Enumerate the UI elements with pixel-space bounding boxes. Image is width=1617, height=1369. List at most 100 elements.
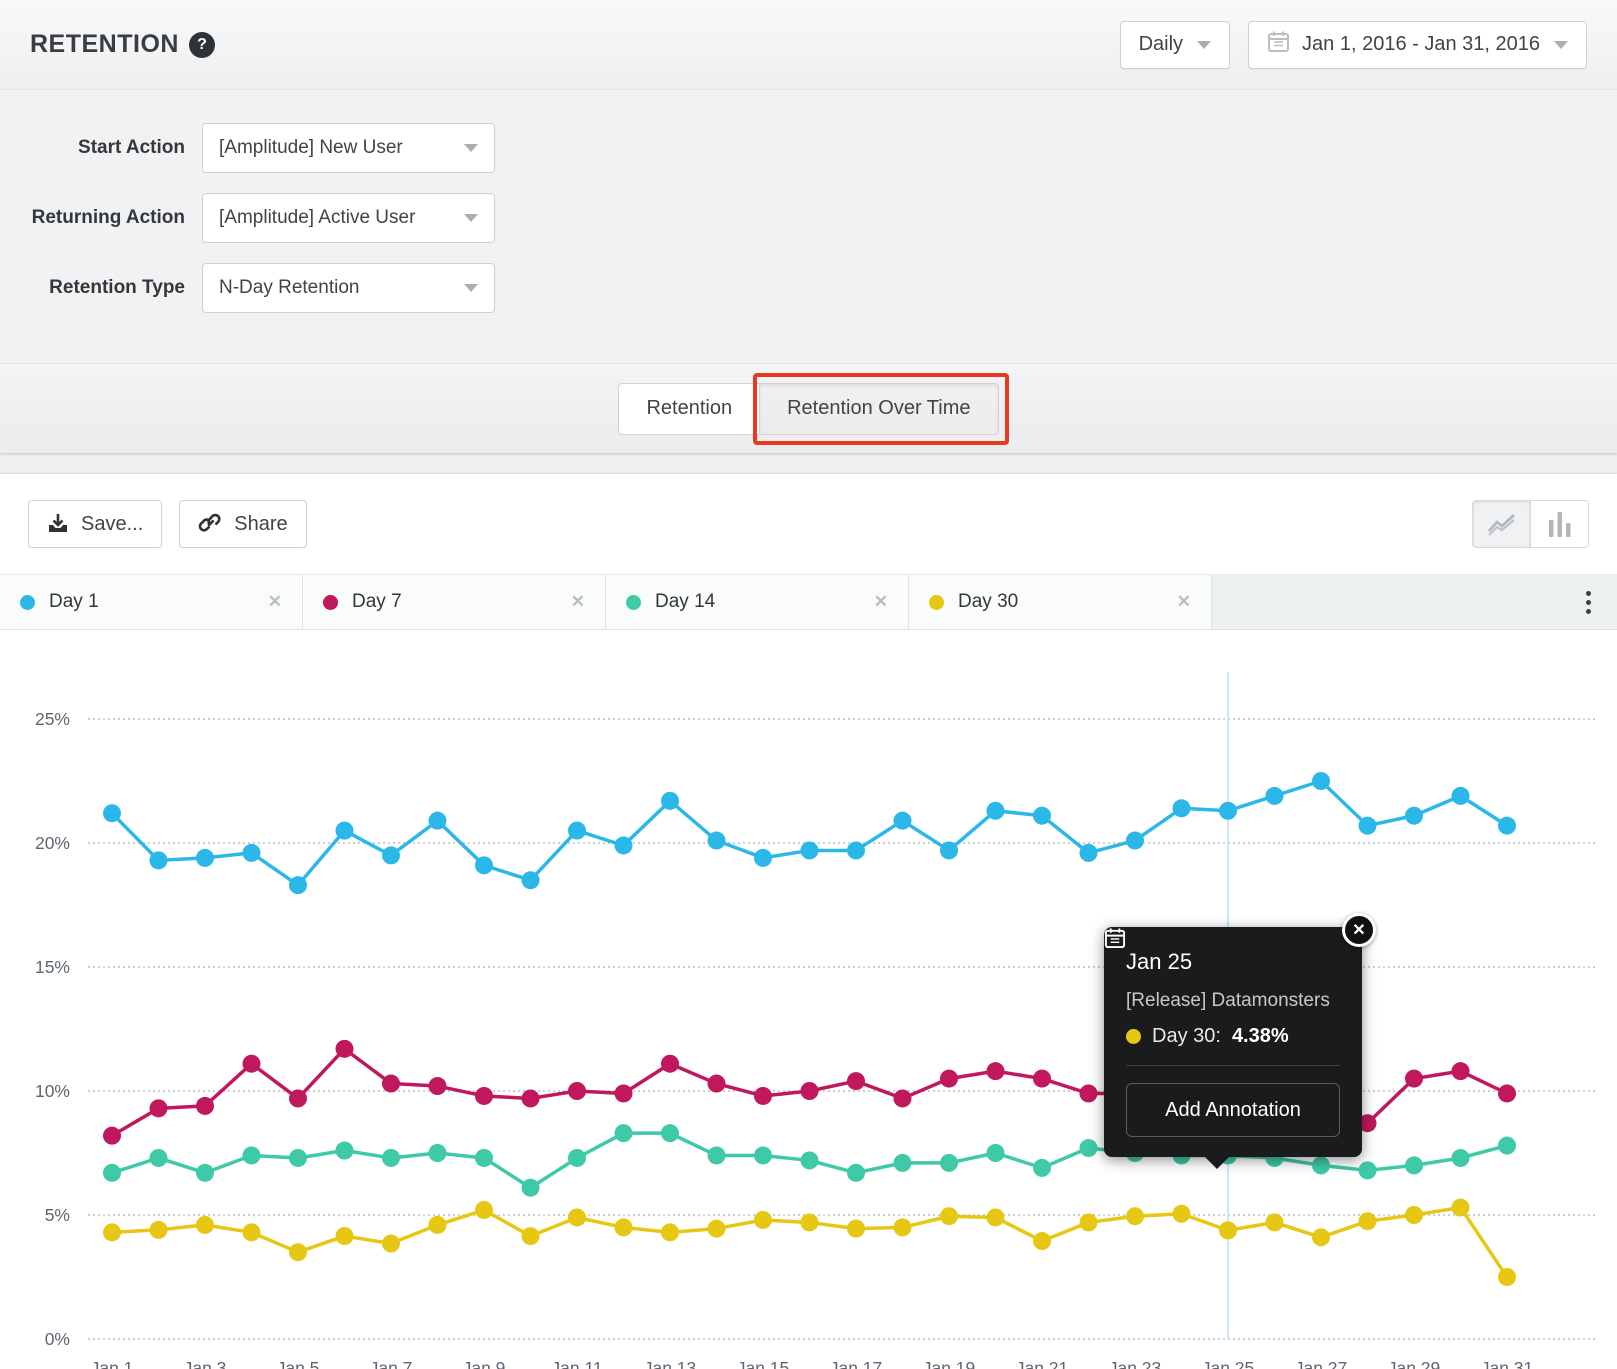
series-point-day-1[interactable] [1172,799,1191,818]
legend-item[interactable]: Day 1 ✕ [0,575,303,629]
series-point-day-1[interactable] [475,856,493,875]
series-point-day-30[interactable] [1312,1228,1330,1247]
series-point-day-7[interactable] [475,1086,493,1105]
granularity-dropdown[interactable]: Daily [1119,20,1231,69]
series-point-day-14[interactable] [754,1146,772,1165]
series-point-day-7[interactable] [754,1086,772,1105]
series-point-day-1[interactable] [1405,806,1423,825]
series-point-day-1[interactable] [986,801,1005,820]
series-point-day-1[interactable] [1219,801,1237,820]
form-select[interactable]: [Amplitude] Active User [202,193,495,243]
series-point-day-14[interactable] [847,1163,865,1182]
series-point-day-14[interactable] [1079,1139,1098,1158]
series-point-day-14[interactable] [103,1163,121,1182]
series-point-day-7[interactable] [335,1039,354,1058]
series-point-day-7[interactable] [940,1069,958,1088]
series-point-day-7[interactable] [428,1077,447,1096]
series-point-day-14[interactable] [335,1141,354,1160]
series-point-day-30[interactable] [1405,1206,1423,1224]
remove-series-icon[interactable]: ✕ [571,592,585,612]
series-point-day-30[interactable] [1498,1268,1516,1286]
series-point-day-30[interactable] [335,1227,354,1246]
series-point-day-30[interactable] [568,1208,586,1227]
series-point-day-14[interactable] [800,1151,819,1170]
series-point-day-7[interactable] [847,1072,865,1091]
form-select[interactable]: N-Day Retention [202,263,495,313]
series-point-day-1[interactable] [289,876,307,895]
series-point-day-14[interactable] [661,1124,679,1143]
series-point-day-30[interactable] [661,1223,679,1242]
series-point-day-14[interactable] [614,1124,633,1143]
series-point-day-14[interactable] [289,1148,307,1167]
series-point-day-1[interactable] [1498,816,1516,835]
series-point-day-14[interactable] [428,1144,447,1162]
series-point-day-30[interactable] [707,1219,726,1238]
bar-chart-toggle[interactable] [1530,500,1589,548]
series-point-day-30[interactable] [1172,1204,1191,1223]
remove-series-icon[interactable]: ✕ [874,592,888,612]
add-annotation-button[interactable]: Add Annotation [1104,928,1340,1137]
series-point-day-14[interactable] [1498,1136,1516,1155]
series-point-day-14[interactable] [382,1148,400,1167]
series-point-day-1[interactable] [800,841,819,860]
series-point-day-1[interactable] [1079,843,1098,862]
series-point-day-30[interactable] [475,1201,493,1220]
series-point-day-14[interactable] [475,1148,493,1167]
series-point-day-7[interactable] [1451,1062,1470,1081]
series-point-day-14[interactable] [1405,1156,1423,1175]
series-point-day-7[interactable] [707,1074,726,1093]
line-chart-toggle[interactable] [1472,500,1531,548]
series-point-day-7[interactable] [242,1054,261,1073]
series-point-day-1[interactable] [428,811,447,830]
series-point-day-30[interactable] [1033,1232,1051,1251]
series-point-day-30[interactable] [893,1218,912,1237]
series-point-day-14[interactable] [707,1146,726,1165]
series-point-day-7[interactable] [196,1096,214,1115]
series-point-day-30[interactable] [754,1210,772,1229]
tab-retention-over-time[interactable]: Retention Over Time [759,382,999,435]
series-point-day-14[interactable] [196,1163,214,1182]
series-point-day-30[interactable] [1079,1213,1098,1232]
series-point-day-1[interactable] [1126,831,1144,850]
legend-item[interactable]: Day 14 ✕ [606,575,909,629]
series-point-day-7[interactable] [1405,1069,1423,1088]
series-point-day-14[interactable] [1033,1158,1051,1177]
series-point-day-30[interactable] [800,1213,819,1232]
series-point-day-1[interactable] [1451,786,1470,805]
series-point-day-1[interactable] [1312,772,1330,790]
series-point-day-7[interactable] [1079,1084,1098,1103]
series-point-day-1[interactable] [754,848,772,867]
series-point-day-30[interactable] [1451,1198,1470,1217]
series-point-day-7[interactable] [382,1074,400,1093]
series-point-day-1[interactable] [335,821,354,840]
series-point-day-7[interactable] [521,1089,540,1108]
series-point-day-30[interactable] [242,1223,261,1242]
kebab-menu-icon[interactable] [1586,590,1591,614]
series-point-day-30[interactable] [196,1215,214,1234]
series-point-day-1[interactable] [707,831,726,850]
series-point-day-7[interactable] [661,1054,679,1073]
legend-item[interactable]: Day 7 ✕ [303,575,606,629]
series-point-day-30[interactable] [382,1234,400,1253]
series-point-day-1[interactable] [1265,786,1284,805]
tab-retention[interactable]: Retention [618,382,761,435]
series-point-day-30[interactable] [986,1208,1005,1227]
series-point-day-7[interactable] [800,1082,819,1100]
series-point-day-7[interactable] [103,1126,121,1145]
legend-item[interactable]: Day 30 ✕ [909,575,1212,629]
series-point-day-14[interactable] [521,1178,540,1197]
series-point-day-1[interactable] [661,791,679,810]
series-point-day-7[interactable] [1498,1084,1516,1103]
close-icon[interactable]: ✕ [1342,913,1376,947]
series-point-day-14[interactable] [149,1148,168,1167]
remove-series-icon[interactable]: ✕ [1177,592,1191,612]
series-point-day-30[interactable] [940,1207,958,1226]
series-point-day-30[interactable] [1219,1221,1237,1240]
series-point-day-1[interactable] [568,821,586,840]
series-point-day-30[interactable] [521,1227,540,1246]
series-point-day-14[interactable] [1451,1148,1470,1167]
save-button[interactable]: Save... [28,500,163,548]
series-point-day-1[interactable] [847,841,865,860]
date-range-dropdown[interactable]: Jan 1, 2016 - Jan 31, 2016 [1248,20,1587,69]
series-point-day-7[interactable] [1033,1069,1051,1088]
